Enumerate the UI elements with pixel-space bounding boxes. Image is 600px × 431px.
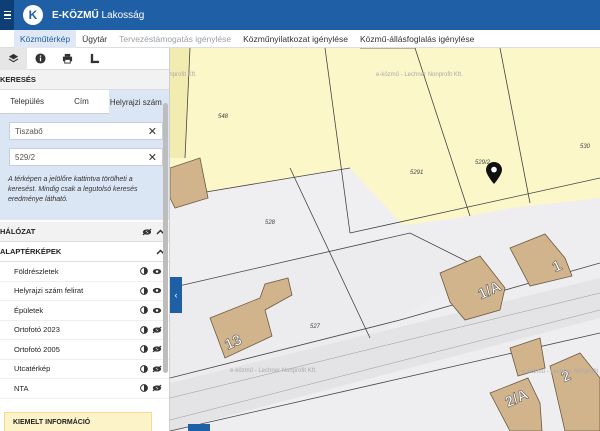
map-watermark: e-közmű - Lechner Nonprofit Kft. bbox=[230, 368, 317, 374]
eye-icon[interactable] bbox=[152, 268, 162, 275]
clear-parcel-icon[interactable]: ✕ bbox=[148, 151, 157, 164]
map-watermark: e-közmű - Lechner Nonprofit Kft. bbox=[170, 72, 197, 78]
search-tab-settlement[interactable]: Település bbox=[0, 90, 55, 114]
parcel-label: 5291 bbox=[410, 170, 424, 176]
tab-ugytar[interactable]: Ügytár bbox=[76, 30, 113, 48]
eye-off-icon[interactable] bbox=[142, 228, 152, 236]
tab-tervezestamogatas[interactable]: Tervezéstámogatás igénylése bbox=[113, 30, 237, 48]
opacity-icon[interactable] bbox=[140, 325, 148, 334]
app-header: K E-KÖZMŰ Lakosság bbox=[0, 0, 600, 30]
search-panel: Település Cím Helyrajzi szám Tiszabő ✕ 5… bbox=[0, 90, 169, 220]
tab-kozmu-allasfoglalas[interactable]: Közmű-állásfoglalás igénylése bbox=[354, 30, 480, 48]
layer-label: NTA bbox=[14, 383, 29, 393]
tab-kozmuterkep[interactable]: Közműtérkép bbox=[14, 29, 77, 48]
layer-item[interactable]: NTA bbox=[0, 379, 169, 399]
parcel-label: 528 bbox=[265, 220, 276, 226]
menu-icon[interactable] bbox=[0, 0, 14, 30]
layer-label: Épületek bbox=[14, 305, 44, 315]
map-control-button[interactable] bbox=[188, 424, 210, 431]
opacity-icon[interactable] bbox=[140, 306, 148, 315]
highlight-title: KIEMELT INFORMÁCIÓ bbox=[13, 419, 91, 426]
app-logo: K bbox=[23, 5, 43, 25]
opacity-icon[interactable] bbox=[140, 364, 148, 373]
parcel-label: 530 bbox=[580, 144, 591, 150]
layer-label: Ortofotó 2023 bbox=[14, 325, 60, 335]
building-1[interactable] bbox=[509, 233, 573, 287]
layer-item[interactable]: Földrészletek bbox=[0, 262, 169, 282]
eye-off-icon[interactable] bbox=[152, 365, 162, 373]
app-title: E-KÖZMŰ Lakosság bbox=[52, 10, 144, 21]
layer-label: Földrészletek bbox=[14, 266, 59, 276]
eye-off-icon[interactable] bbox=[152, 326, 162, 334]
layer-label: Helyrajzi szám felirat bbox=[14, 286, 84, 296]
opacity-icon[interactable] bbox=[140, 286, 148, 295]
settlement-field[interactable]: Tiszabő ✕ bbox=[9, 122, 163, 140]
main-nav: Közműtérkép Ügytár Tervezéstámogatás igé… bbox=[0, 29, 600, 48]
eye-icon[interactable] bbox=[152, 307, 162, 314]
collapse-sidebar-button[interactable]: ‹ bbox=[170, 277, 182, 313]
parcel-field[interactable]: 529/2 ✕ bbox=[9, 148, 163, 166]
clear-settlement-icon[interactable]: ✕ bbox=[148, 125, 157, 138]
print-icon[interactable] bbox=[54, 48, 81, 70]
info-icon[interactable] bbox=[27, 48, 54, 70]
map-watermark: e-közmű - Lechner Nonprofit Kft. bbox=[522, 369, 600, 375]
highlight-info-box: KIEMELT INFORMÁCIÓ bbox=[4, 412, 152, 431]
parcel-value: 529/2 bbox=[15, 152, 36, 162]
eye-off-icon[interactable] bbox=[152, 345, 162, 353]
layer-label: Ortofotó 2005 bbox=[14, 344, 60, 354]
layers-icon[interactable] bbox=[0, 48, 27, 70]
search-tab-parcel[interactable]: Helyrajzi szám bbox=[108, 90, 163, 114]
chevron-left-icon: ‹ bbox=[174, 290, 178, 300]
eye-off-icon[interactable] bbox=[152, 384, 162, 392]
network-title: HÁLÓZAT bbox=[0, 227, 36, 236]
basemaps-section-header[interactable]: ALAPTÉRKÉPEK bbox=[0, 242, 169, 262]
basemaps-title: ALAPTÉRKÉPEK bbox=[0, 247, 62, 256]
map-canvas[interactable]: 548 5291 529/2 530 528 527 13 1/A 1 2/A … bbox=[170, 48, 600, 431]
search-section-header[interactable]: KERESÉS bbox=[0, 70, 169, 90]
sidebar-scrollbar[interactable] bbox=[163, 103, 168, 373]
app-subtitle: Lakosság bbox=[101, 9, 145, 21]
basemaps-list: Földrészletek Helyrajzi szám felirat Épü… bbox=[0, 262, 169, 399]
network-section-header[interactable]: HÁLÓZAT bbox=[0, 222, 169, 242]
measure-icon[interactable] bbox=[81, 48, 108, 70]
building-2[interactable] bbox=[549, 352, 600, 431]
parcel-label: 527 bbox=[310, 324, 321, 330]
layer-item[interactable]: Ortofotó 2023 bbox=[0, 321, 169, 340]
location-marker-icon[interactable] bbox=[486, 162, 502, 184]
sidebar-toolbar bbox=[0, 48, 169, 70]
settlement-value: Tiszabő bbox=[15, 126, 43, 136]
parcel-530[interactable] bbox=[500, 48, 600, 208]
opacity-icon[interactable] bbox=[140, 267, 148, 276]
opacity-icon[interactable] bbox=[140, 345, 148, 354]
map-watermark: e-közmű - Lechner Nonprofit Kft. bbox=[376, 72, 463, 78]
search-tab-address[interactable]: Cím bbox=[54, 90, 109, 114]
layer-item[interactable]: Épületek bbox=[0, 301, 169, 321]
sidebar: KERESÉS Település Cím Helyrajzi szám Tis… bbox=[0, 48, 170, 431]
layer-item[interactable]: Ortofotó 2005 bbox=[0, 340, 169, 360]
search-title: KERESÉS bbox=[0, 75, 36, 84]
eye-icon[interactable] bbox=[152, 287, 162, 294]
layer-label: Utcatérkép bbox=[14, 364, 51, 374]
parcel-label: 548 bbox=[218, 114, 229, 120]
layer-item[interactable]: Helyrajzi szám felirat bbox=[0, 282, 169, 301]
opacity-icon[interactable] bbox=[140, 384, 148, 393]
tab-kozmunyilatkozat[interactable]: Közműnyilatkozat igénylése bbox=[237, 30, 354, 48]
layer-item[interactable]: Utcatérkép bbox=[0, 360, 169, 379]
search-hint: A térképen a jelölőre kattintva törölhet… bbox=[8, 176, 138, 203]
search-tabs: Település Cím Helyrajzi szám bbox=[0, 90, 163, 114]
app-name: E-KÖZMŰ bbox=[52, 9, 99, 21]
